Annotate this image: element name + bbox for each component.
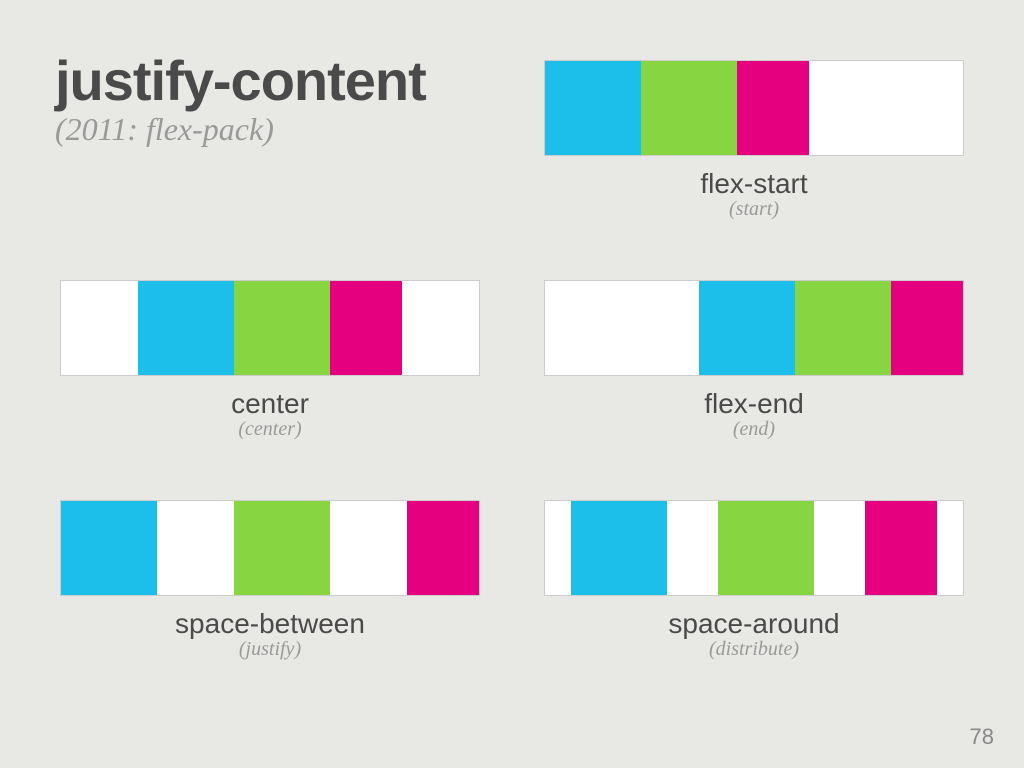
caption-alt: (justify) — [60, 638, 480, 661]
box-blue — [571, 501, 667, 595]
flex-container-between — [60, 500, 480, 596]
caption: space-between (justify) — [60, 608, 480, 661]
box-blue — [699, 281, 795, 375]
caption: center (center) — [60, 388, 480, 441]
box-magenta — [865, 501, 937, 595]
box-blue — [138, 281, 234, 375]
caption-label: space-between — [60, 608, 480, 640]
caption-alt: (distribute) — [544, 638, 964, 661]
example-center: center (center) — [60, 280, 480, 441]
example-space-around: space-around (distribute) — [544, 500, 964, 661]
box-magenta — [407, 501, 479, 595]
caption: flex-end (end) — [544, 388, 964, 441]
examples-grid: flex-start (start) center (center) — [0, 0, 1024, 768]
caption-label: flex-start — [544, 168, 964, 200]
box-magenta — [737, 61, 809, 155]
caption-label: center — [60, 388, 480, 420]
box-green — [234, 281, 330, 375]
flex-container-around — [544, 500, 964, 596]
slide: justify-content (2011: flex-pack) flex-s… — [0, 0, 1024, 768]
caption-alt: (end) — [544, 418, 964, 441]
page-number: 78 — [970, 724, 994, 750]
flex-container-end — [544, 280, 964, 376]
example-space-between: space-between (justify) — [60, 500, 480, 661]
caption-alt: (start) — [544, 198, 964, 221]
box-green — [234, 501, 330, 595]
box-green — [795, 281, 891, 375]
box-green — [718, 501, 814, 595]
box-magenta — [891, 281, 963, 375]
caption-label: flex-end — [544, 388, 964, 420]
caption: space-around (distribute) — [544, 608, 964, 661]
caption-label: space-around — [544, 608, 964, 640]
caption: flex-start (start) — [544, 168, 964, 221]
caption-alt: (center) — [60, 418, 480, 441]
box-blue — [61, 501, 157, 595]
box-blue — [545, 61, 641, 155]
flex-container-start — [544, 60, 964, 156]
flex-container-center — [60, 280, 480, 376]
box-magenta — [330, 281, 402, 375]
box-green — [641, 61, 737, 155]
example-flex-start: flex-start (start) — [544, 60, 964, 221]
example-flex-end: flex-end (end) — [544, 280, 964, 441]
